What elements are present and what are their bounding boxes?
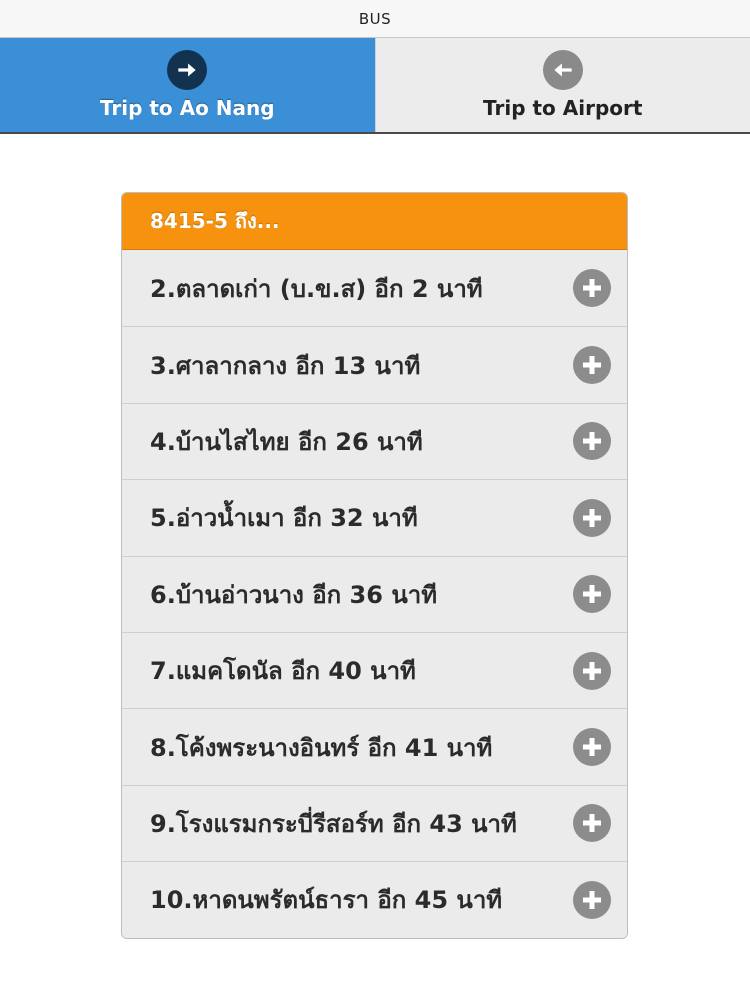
- route-header-label: 8415-5 ถึง...: [150, 209, 280, 233]
- stop-label: 9.โรงแรมกระบี่รีสอร์ท อีก 43 นาที: [150, 809, 517, 838]
- stop-label: 4.บ้านไสไทย อีก 26 นาที: [150, 427, 423, 456]
- tab-label: Trip to Ao Nang: [99, 96, 275, 120]
- stop-label: 5.อ่าวน้ำเมา อีก 32 นาที: [150, 504, 418, 533]
- stop-label: 10.หาดนพรัตน์ธารา อีก 45 นาที: [150, 886, 503, 915]
- stop-label: 2.ตลาดเก่า (บ.ข.ส) อีก 2 นาที: [150, 274, 483, 303]
- window-title-bar: BUS: [0, 0, 750, 38]
- list-item[interactable]: 9.โรงแรมกระบี่รีสอร์ท อีก 43 นาที: [122, 784, 627, 862]
- plus-circle-icon[interactable]: [573, 728, 611, 767]
- plus-circle-icon[interactable]: [573, 269, 611, 308]
- list-item[interactable]: 5.อ่าวน้ำเมา อีก 32 นาที: [122, 479, 627, 556]
- window-title: BUS: [358, 9, 392, 28]
- arrow-left-icon: [542, 50, 583, 90]
- stop-label: 6.บ้านอ่าวนาง อีก 36 นาที: [150, 580, 438, 609]
- stop-label: 8.โค้งพระนางอินทร์ อีก 41 นาที: [150, 733, 493, 762]
- list-item[interactable]: 7.แมคโดนัล อีก 40 นาที: [122, 631, 627, 709]
- plus-circle-icon[interactable]: [573, 498, 611, 537]
- stop-label: 7.แมคโดนัล อีก 40 นาที: [150, 657, 416, 686]
- tab-label: Trip to Airport: [483, 96, 643, 120]
- plus-circle-icon[interactable]: [573, 575, 611, 614]
- plus-circle-icon[interactable]: [573, 651, 611, 690]
- list-item[interactable]: 6.บ้านอ่าวนาง อีก 36 นาที: [122, 555, 627, 632]
- trip-tabs: Trip to Ao Nang Trip to Airport: [0, 38, 750, 134]
- plus-circle-icon[interactable]: [573, 422, 611, 461]
- tab-trip-to-ao-nang[interactable]: Trip to Ao Nang: [0, 38, 375, 132]
- stop-label: 3.ศาลากลาง อีก 13 นาที: [150, 351, 421, 380]
- route-stops-list: 8415-5 ถึง... 2.ตลาดเก่า (บ.ข.ส) อีก 2 น…: [121, 192, 628, 939]
- tab-trip-to-airport[interactable]: Trip to Airport: [374, 38, 750, 132]
- plus-circle-icon[interactable]: [573, 346, 611, 385]
- list-item[interactable]: 2.ตลาดเก่า (บ.ข.ส) อีก 2 นาที: [122, 250, 627, 327]
- list-item[interactable]: 3.ศาลากลาง อีก 13 นาที: [122, 326, 627, 403]
- list-item[interactable]: 4.บ้านไสไทย อีก 26 นาที: [122, 402, 627, 480]
- list-item[interactable]: 8.โค้งพระนางอินทร์ อีก 41 นาที: [122, 708, 627, 785]
- route-header: 8415-5 ถึง...: [122, 193, 627, 250]
- plus-circle-icon[interactable]: [573, 804, 611, 843]
- arrow-right-icon: [167, 50, 208, 90]
- list-item[interactable]: 10.หาดนพรัตน์ธารา อีก 45 นาที: [122, 861, 627, 938]
- plus-circle-icon[interactable]: [573, 880, 611, 919]
